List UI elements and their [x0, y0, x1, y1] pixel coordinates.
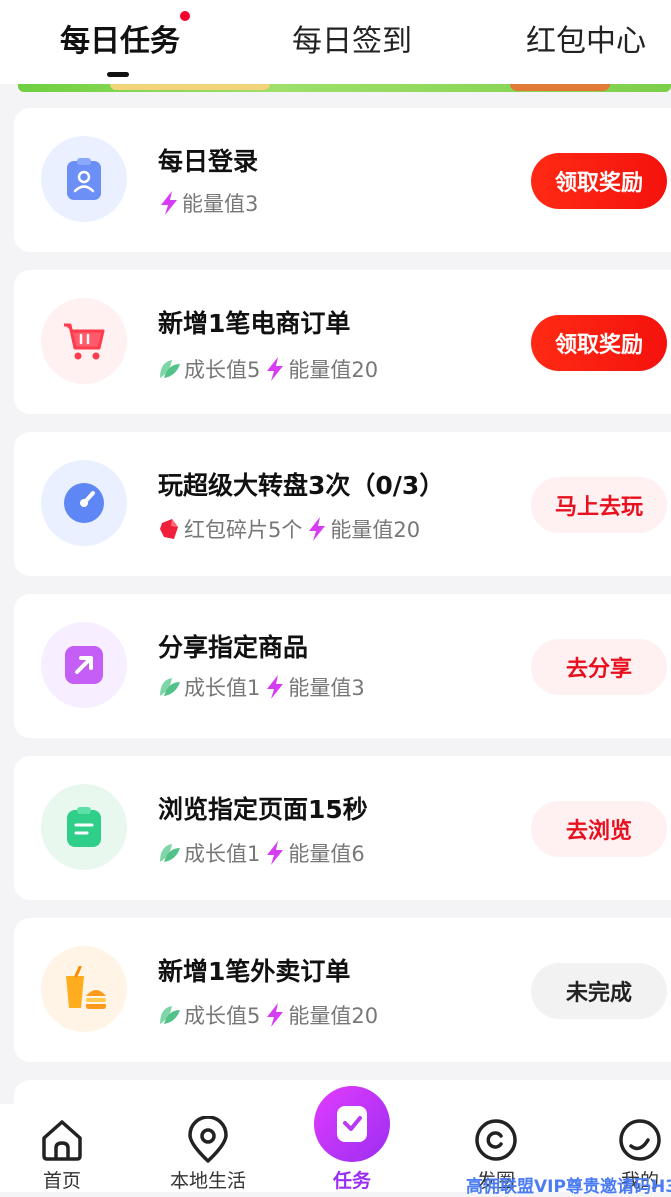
- task-title: 分享指定商品: [158, 633, 309, 662]
- play-now-button[interactable]: 马上去玩: [531, 477, 667, 533]
- lightning-icon: [267, 841, 284, 865]
- task-card-takeout-order: 新增1笔外卖订单 成长值5 能量值20 未完成: [14, 918, 671, 1062]
- lightning-icon: [267, 675, 284, 699]
- reward-text: 能量值3: [182, 192, 259, 216]
- nav-local-life[interactable]: 本地生活: [158, 1116, 258, 1193]
- go-browse-button[interactable]: 去浏览: [531, 801, 667, 857]
- leaf-icon: [160, 844, 180, 862]
- lightning-icon: [161, 191, 177, 215]
- go-share-button[interactable]: 去分享: [531, 639, 667, 695]
- reward-text: 成长值1: [184, 676, 261, 700]
- reward-text: 成长值5: [184, 1004, 261, 1028]
- location-pin-icon: [188, 1116, 228, 1163]
- share-arrow-icon: [41, 622, 127, 708]
- lightning-icon: [267, 357, 284, 381]
- reward-text: 能量值20: [330, 518, 421, 542]
- gauge-icon: [41, 460, 127, 546]
- reward-text: 能量值20: [288, 358, 379, 382]
- task-rewards: 成长值1 能量值3: [158, 672, 369, 702]
- reward-text: 能量值20: [288, 1004, 379, 1028]
- document-icon: [41, 784, 127, 870]
- clipboard-user-icon: [41, 136, 127, 222]
- task-badge-icon: [337, 1106, 367, 1142]
- leaf-icon: [160, 678, 180, 696]
- claim-reward-button[interactable]: 领取奖励: [531, 153, 667, 209]
- tab-daily-checkin[interactable]: 每日签到: [290, 20, 414, 64]
- top-tab-bar: 每日任务 每日签到 红包中心: [0, 0, 671, 84]
- lightning-icon: [267, 1003, 284, 1027]
- leaf-icon: [160, 1006, 180, 1024]
- reward-text: 红包碎片5个: [184, 518, 303, 542]
- nav-local-life-label: 本地生活: [169, 1170, 246, 1192]
- task-rewards: 成长值5 能量值20: [158, 1000, 382, 1030]
- reward-text: 能量值3: [288, 676, 365, 700]
- incomplete-button[interactable]: 未完成: [531, 963, 667, 1019]
- task-rewards: 红包碎片5个 能量值20: [158, 514, 424, 544]
- task-card-daily-login: 每日登录 能量值3 领取奖励: [14, 108, 671, 252]
- active-tab-indicator: [107, 72, 129, 77]
- redpacket-fragment-icon: [160, 519, 178, 539]
- task-card-browse-page: 浏览指定页面15秒 成长值1 能量值6 去浏览: [14, 756, 671, 900]
- reward-text: 能量值6: [288, 842, 365, 866]
- home-icon: [42, 1120, 82, 1161]
- nav-tasks-label[interactable]: 任务: [314, 1166, 390, 1193]
- nav-home-label: 首页: [42, 1170, 81, 1192]
- reward-text: 成长值1: [184, 842, 261, 866]
- nav-tasks-button[interactable]: [314, 1086, 390, 1162]
- claim-reward-button[interactable]: 领取奖励: [531, 315, 667, 371]
- reward-text: 成长值5: [184, 358, 261, 382]
- lightning-icon: [309, 517, 326, 541]
- tab-red-packet-center[interactable]: 红包中心: [524, 20, 648, 64]
- discover-circle-icon: [475, 1119, 517, 1161]
- task-card-ecommerce-order: 新增1笔电商订单 成长值5 能量值20 领取奖励: [14, 270, 671, 414]
- food-drink-icon: [41, 946, 127, 1032]
- nav-home[interactable]: 首页: [12, 1116, 112, 1193]
- task-card-spin-wheel: 玩超级大转盘3次（0/3） 红包碎片5个 能量值20 马上去玩: [14, 432, 671, 576]
- banner-decoration: [510, 84, 610, 91]
- task-rewards: 成长值1 能量值6: [158, 838, 369, 868]
- watermark-text: 高佣联盟VIP尊贵邀请码H38: [466, 1177, 671, 1197]
- banner-decoration: [110, 84, 270, 90]
- task-title: 新增1笔外卖订单: [158, 957, 351, 986]
- profile-circle-icon: [619, 1119, 661, 1161]
- task-card-share-product: 分享指定商品 成长值1 能量值3 去分享: [14, 594, 671, 738]
- notification-dot: [180, 11, 190, 21]
- task-title: 浏览指定页面15秒: [158, 795, 368, 824]
- cart-icon: [41, 298, 127, 384]
- task-title: 玩超级大转盘3次（0/3）: [158, 471, 445, 500]
- tab-daily-tasks[interactable]: 每日任务: [58, 20, 182, 64]
- task-rewards: 成长值5 能量值20: [158, 354, 382, 384]
- task-title: 每日登录: [158, 147, 259, 176]
- task-title: 新增1笔电商订单: [158, 309, 351, 338]
- leaf-icon: [160, 360, 180, 378]
- task-rewards: 能量值3: [158, 188, 262, 218]
